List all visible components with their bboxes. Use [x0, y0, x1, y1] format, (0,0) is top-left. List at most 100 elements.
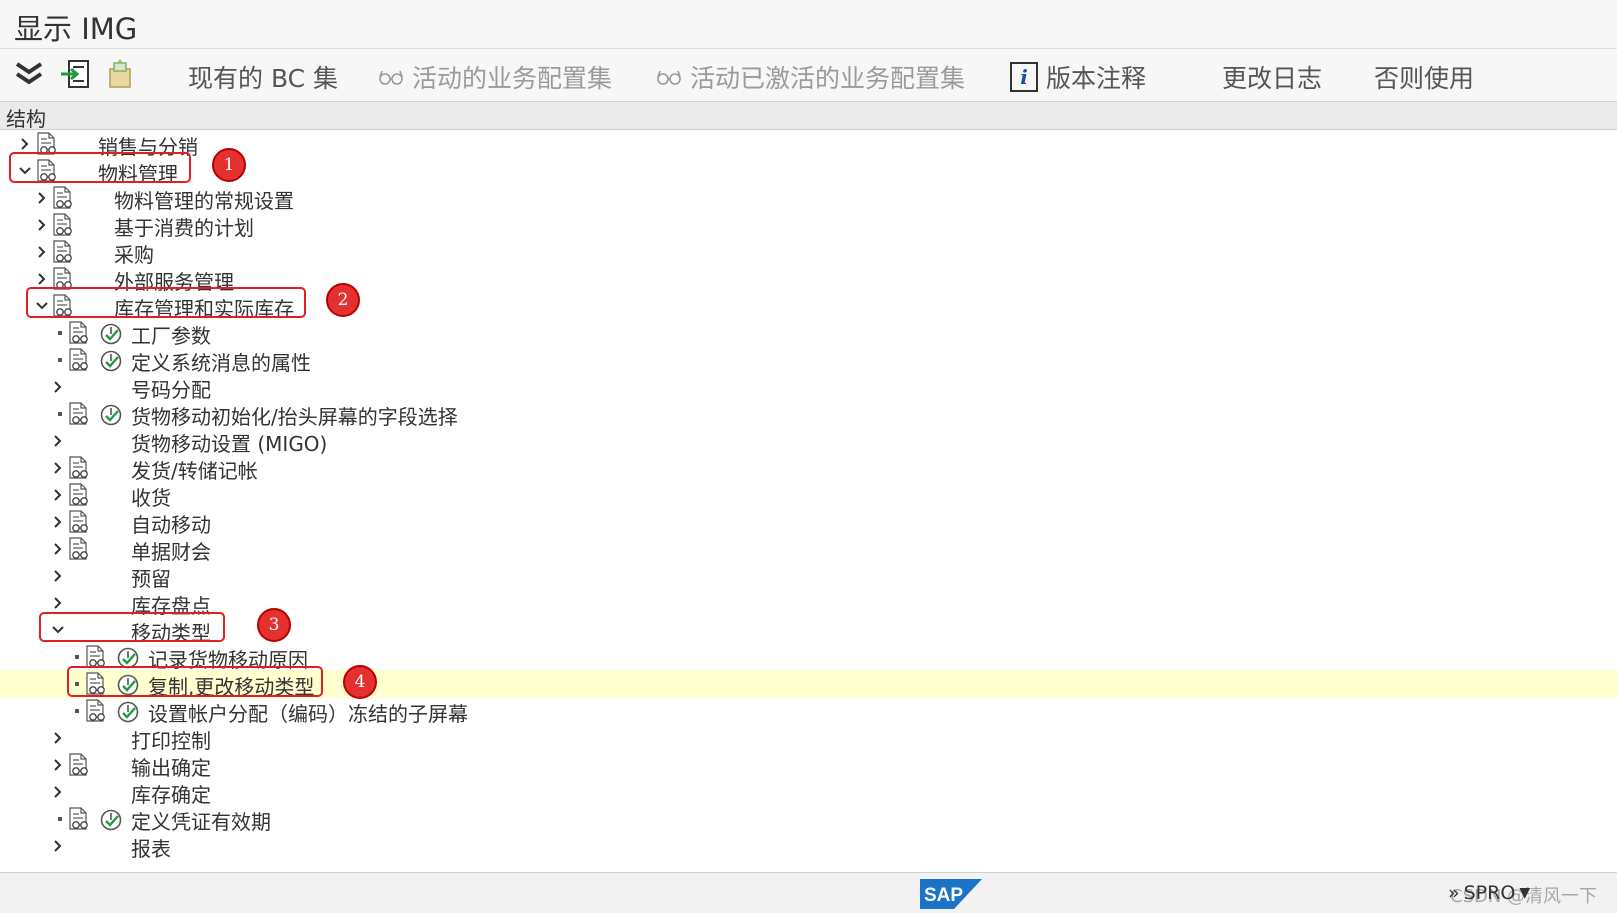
- chevron-right-icon[interactable]: [50, 483, 66, 507]
- tree-node-purchasing[interactable]: 采购: [0, 238, 1617, 267]
- glasses-icon: [379, 70, 403, 85]
- execute-clock-icon[interactable]: [99, 808, 123, 832]
- structure-header: 结构: [0, 102, 1617, 131]
- chevron-right-icon[interactable]: [50, 375, 66, 399]
- active-bc-sets-button[interactable]: 活动的业务配置集: [378, 59, 612, 95]
- tree-node-label: 单据财会: [131, 540, 211, 564]
- tree-node-consumption-planning[interactable]: 基于消费的计划: [0, 211, 1617, 240]
- tree-node-system-messages[interactable]: 定义系统消息的属性: [0, 346, 1617, 375]
- activated-bc-sets-label: 活动已激活的业务配置集: [690, 64, 966, 93]
- chevron-right-icon[interactable]: [50, 753, 66, 777]
- tree-node-label: 货物移动设置 (MIGO): [131, 432, 328, 456]
- document-glasses-icon: [68, 321, 90, 345]
- sap-logo: SAP: [920, 879, 982, 909]
- dropdown-icon[interactable]: ▼: [1519, 885, 1530, 901]
- transaction-code: SPRO: [1463, 882, 1516, 904]
- chevron-right-icon[interactable]: [50, 429, 66, 453]
- chevron-right-icon[interactable]: [50, 537, 66, 561]
- document-glasses-icon: [68, 483, 90, 507]
- tree-node-label: 号码分配: [131, 378, 211, 402]
- tree-node-label: 发货/转储记帐: [131, 459, 258, 483]
- document-glasses-icon: [52, 213, 74, 237]
- chevron-right-icon[interactable]: [50, 510, 66, 534]
- glasses-icon: [657, 70, 681, 85]
- annotation-callout-2: 2: [326, 283, 360, 317]
- chevron-right-icon[interactable]: [50, 564, 66, 588]
- tree-node-label: 报表: [131, 837, 171, 861]
- document-glasses-icon: [52, 240, 74, 264]
- tree-node-reservation[interactable]: 预留: [0, 562, 1617, 591]
- tree-node-automatic-movements[interactable]: 自动移动: [0, 508, 1617, 537]
- tree-node-doc-validity[interactable]: 定义凭证有效期: [0, 805, 1617, 834]
- execute-clock-icon[interactable]: [116, 700, 140, 724]
- tree-node-output-determination[interactable]: 输出确定: [0, 751, 1617, 780]
- tree-node-reports[interactable]: 报表: [0, 832, 1617, 861]
- chevron-right-icon[interactable]: [50, 780, 66, 804]
- annotation-box-4: [67, 666, 323, 697]
- existing-bc-sets-button[interactable]: 现有的 BC 集: [188, 59, 338, 95]
- chevron-right-icon[interactable]: [34, 240, 50, 264]
- tree-node-goods-receipt[interactable]: 收货: [0, 481, 1617, 510]
- annotation-callout-3: 3: [257, 608, 291, 642]
- execute-clock-icon[interactable]: [99, 322, 123, 346]
- document-glasses-icon: [68, 537, 90, 561]
- document-glasses-icon: [52, 186, 74, 210]
- tree-node-label: 收货: [131, 486, 171, 510]
- annotation-box-1: [9, 152, 191, 183]
- tree-node-label: 输出确定: [131, 756, 211, 780]
- release-notes-button[interactable]: i 版本注释: [1010, 59, 1146, 95]
- tree-node-number-assignment[interactable]: 号码分配: [0, 373, 1617, 402]
- chevron-right-icon[interactable]: [34, 186, 50, 210]
- tree-node-mm-general[interactable]: 物料管理的常规设置: [0, 184, 1617, 213]
- document-glasses-icon: [85, 699, 107, 723]
- application-toolbar: 现有的 BC 集 活动的业务配置集 活动已激活的业务配置集 i 版本注释 更改日…: [0, 49, 1617, 102]
- tree-node-label: 货物移动初始化/抬头屏幕的字段选择: [131, 405, 458, 429]
- annotation-callout-4: 4: [343, 665, 377, 699]
- otherwise-use-button[interactable]: 否则使用: [1374, 59, 1474, 95]
- chevron-right-icon[interactable]: [50, 456, 66, 480]
- annotation-box-3: [39, 612, 225, 642]
- tree-node-goods-issue[interactable]: 发货/转储记帐: [0, 454, 1617, 483]
- img-tree: 销售与分销 物料管理 物料管理的常规设置 基于消费的计划 采购 外部服务管理 库…: [0, 130, 1617, 872]
- chevron-right-icon[interactable]: [50, 834, 66, 858]
- tree-node-label: 设置帐户分配（编码）冻结的子屏幕: [148, 702, 468, 726]
- existing-bc-sets-label: 现有的 BC 集: [188, 64, 339, 93]
- activated-bc-sets-button[interactable]: 活动已激活的业务配置集: [656, 59, 965, 95]
- transaction-info[interactable]: » SPRO ▼: [1448, 882, 1530, 904]
- tree-node-label: 工厂参数: [131, 324, 211, 348]
- tree-node-print-control[interactable]: 打印控制: [0, 724, 1617, 753]
- tree-node-label: 库存确定: [131, 783, 211, 807]
- leaf-dot: [75, 655, 79, 659]
- execute-clock-icon[interactable]: [99, 349, 123, 373]
- bc-set-icon[interactable]: [104, 57, 138, 91]
- document-glasses-icon: [68, 807, 90, 831]
- collapse-all-icon[interactable]: [12, 57, 46, 91]
- execute-clock-icon[interactable]: [99, 403, 123, 427]
- leaf-dot: [58, 412, 62, 416]
- document-glasses-icon: [68, 456, 90, 480]
- tree-node-physical-inventory[interactable]: 库存盘点: [0, 589, 1617, 618]
- leaf-dot: [58, 358, 62, 362]
- change-log-button[interactable]: 更改日志: [1222, 59, 1322, 95]
- document-glasses-icon: [68, 510, 90, 534]
- tree-node-plant-params[interactable]: 工厂参数: [0, 319, 1617, 348]
- tree-node-doc-accounting[interactable]: 单据财会: [0, 535, 1617, 564]
- chevron-right-icon[interactable]: [34, 213, 50, 237]
- leaf-dot: [58, 817, 62, 821]
- tree-node-account-assignment[interactable]: 设置帐户分配（编码）冻结的子屏幕: [0, 697, 1617, 726]
- tree-node-label: 采购: [114, 243, 154, 267]
- window-title: 显示 IMG: [14, 12, 138, 46]
- tree-node-label: 打印控制: [131, 729, 211, 753]
- leaf-dot: [58, 331, 62, 335]
- tree-node-label: 预留: [131, 567, 171, 591]
- double-chevron-icon: »: [1448, 882, 1460, 904]
- chevron-right-icon[interactable]: [50, 726, 66, 750]
- tree-node-stock-determination[interactable]: 库存确定: [0, 778, 1617, 807]
- document-glasses-icon: [68, 753, 90, 777]
- tree-node-field-selection[interactable]: 货物移动初始化/抬头屏幕的字段选择: [0, 400, 1617, 429]
- expand-subtree-icon[interactable]: [58, 57, 92, 91]
- tree-node-movement-types[interactable]: 移动类型: [0, 616, 1617, 645]
- leaf-dot: [75, 709, 79, 713]
- tree-node-migo-settings[interactable]: 货物移动设置 (MIGO): [0, 427, 1617, 456]
- tree-node-label: 基于消费的计划: [114, 216, 254, 240]
